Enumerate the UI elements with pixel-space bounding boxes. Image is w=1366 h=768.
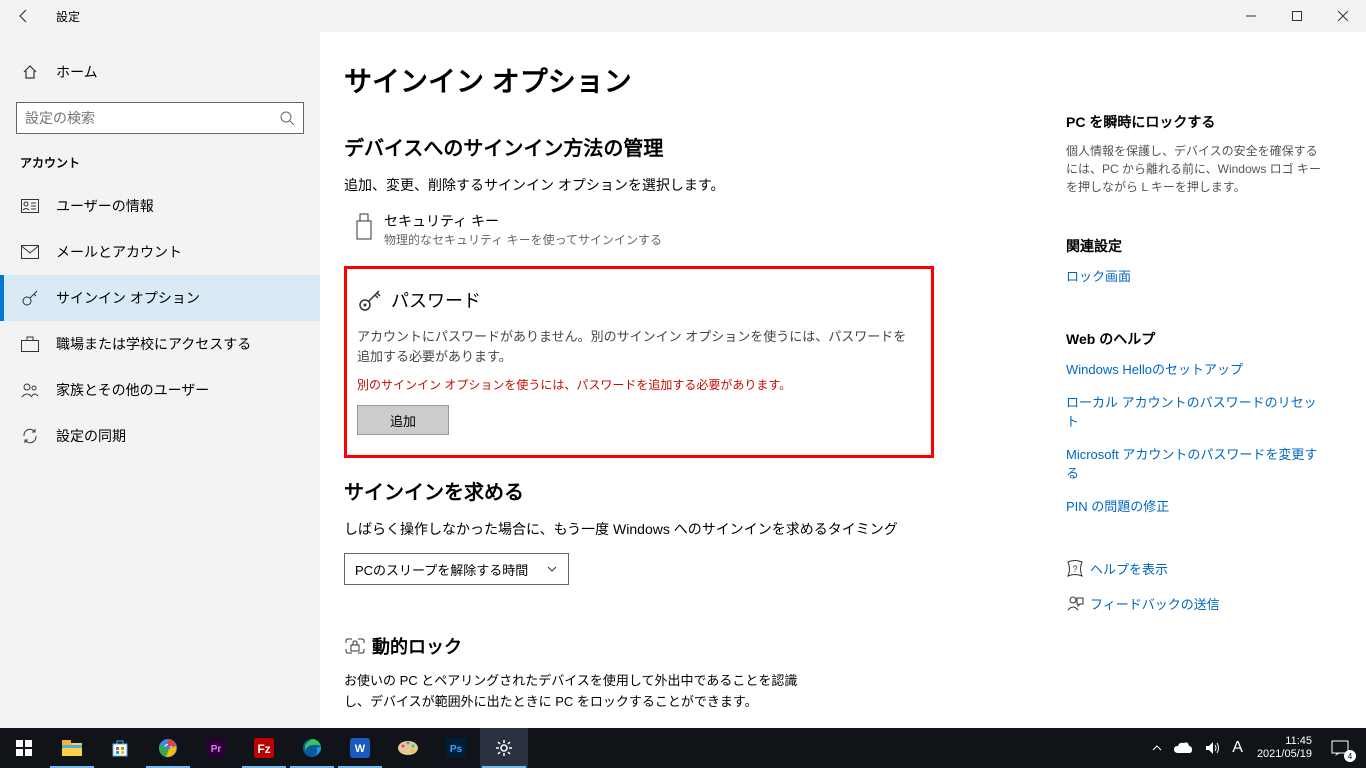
svg-text:?: ? [1072,564,1077,574]
require-signin-heading: サインインを求める [344,476,934,505]
feedback-icon [1066,595,1090,613]
help-label: ヘルプを表示 [1090,559,1168,578]
tray-date: 2021/05/19 [1257,748,1312,761]
mail-icon [20,245,40,259]
home-nav[interactable]: ホーム [0,52,320,92]
taskbar-premiere[interactable]: Pr [192,728,240,768]
taskbar-filezilla[interactable]: Fz [240,728,288,768]
password-desc: アカウントにパスワードがありません。別のサインイン オプションを使うには、パスワ… [357,327,915,366]
key-icon [20,289,40,307]
sidebar: ホーム アカウント ユーザーの情報 メールとアカウント サインイン オプション [0,32,320,728]
password-warning: 別のサインイン オプションを使うには、パスワードを追加する必要があります。 [357,376,915,393]
start-button[interactable] [0,728,48,768]
password-highlight-box: パスワード アカウントにパスワードがありません。別のサインイン オプションを使う… [344,266,934,458]
notif-badge: 4 [1344,750,1356,762]
related-heading: 関連設定 [1066,236,1326,256]
svg-text:Ps: Ps [450,744,463,755]
right-panel: PC を瞬時にロックする 個人情報を保護し、デバイスの安全を確保するには、PC … [1066,60,1326,629]
sidebar-item-label: 職場または学校にアクセスする [40,334,251,354]
key-icon [357,287,391,313]
search-box[interactable] [16,102,304,134]
manage-heading: デバイスへのサインイン方法の管理 [344,132,934,161]
svg-text:Pr: Pr [211,744,222,755]
tray-onedrive-icon[interactable] [1168,728,1198,768]
sidebar-item-label: サインイン オプション [40,288,200,308]
sidebar-item-label: ユーザーの情報 [40,196,154,216]
option-security-key[interactable]: セキュリティ キー 物理的なセキュリティ キーを使ってサインインする [344,205,934,262]
search-icon [279,110,295,126]
svg-text:W: W [355,743,366,755]
link-hello-setup[interactable]: Windows Helloのセットアップ [1066,359,1326,378]
taskbar-settings[interactable] [480,728,528,768]
taskbar-paint[interactable] [384,728,432,768]
chevron-down-icon [546,563,558,575]
sidebar-item-signin-options[interactable]: サインイン オプション [0,275,320,321]
home-label: ホーム [40,62,98,82]
dynamic-lock-icon [344,635,372,657]
webhelp-heading: Web のヘルプ [1066,329,1326,349]
password-title: パスワード [391,287,481,313]
user-card-icon [20,199,40,213]
option-title: セキュリティ キー [384,211,662,231]
tray-notifications[interactable]: 4 [1320,728,1360,768]
link-pin-fix[interactable]: PIN の問題の修正 [1066,496,1326,515]
link-ms-password-change[interactable]: Microsoft アカウントのパスワードを変更する [1066,444,1326,482]
require-signin-dropdown[interactable]: PCのスリープを解除する時間 [344,553,569,585]
svg-text:Fz: Fz [257,742,270,756]
require-signin-desc: しばらく操作しなかった場合に、もう一度 Windows へのサインインを求めるタ… [344,519,934,539]
dropdown-value: PCのスリープを解除する時間 [355,560,528,579]
sidebar-item-family[interactable]: 家族とその他のユーザー [0,367,320,413]
taskbar-store[interactable] [96,728,144,768]
sidebar-item-work-school[interactable]: 職場または学校にアクセスする [0,321,320,367]
sidebar-item-label: 家族とその他のユーザー [40,380,209,400]
taskbar: Pr Fz W Ps A 11:45 2021/05/19 4 [0,728,1366,768]
send-feedback[interactable]: フィードバックの送信 [1066,594,1326,613]
tray-overflow[interactable] [1146,728,1168,768]
help-icon: ? [1066,560,1090,578]
briefcase-icon [20,336,40,352]
taskbar-photoshop[interactable]: Ps [432,728,480,768]
dynamic-lock-desc: お使いの PC とペアリングされたデバイスを使用して外出中であることを認識し、デ… [344,671,804,713]
sidebar-section: アカウント [0,154,320,183]
tray-ime[interactable]: A [1226,728,1249,768]
people-icon [20,382,40,398]
lock-pc-heading: PC を瞬時にロックする [1066,112,1326,132]
get-help[interactable]: ? ヘルプを表示 [1066,559,1326,578]
sidebar-item-label: メールとアカウント [40,242,182,262]
window-title: 設定 [48,8,80,25]
lock-pc-desc: 個人情報を保護し、デバイスの安全を確保するには、PC から離れる前に、Windo… [1066,142,1326,196]
sidebar-item-sync[interactable]: 設定の同期 [0,413,320,459]
option-subtitle: 物理的なセキュリティ キーを使ってサインインする [384,231,662,248]
taskbar-chrome[interactable] [144,728,192,768]
main-content: サインイン オプション デバイスへのサインイン方法の管理 追加、変更、削除するサ… [320,32,1366,728]
tray-volume-icon[interactable] [1198,728,1226,768]
minimize-button[interactable] [1228,0,1274,32]
page-title: サインイン オプション [344,60,934,100]
link-local-password-reset[interactable]: ローカル アカウントのパスワードのリセット [1066,392,1326,430]
maximize-button[interactable] [1274,0,1320,32]
sidebar-item-user-info[interactable]: ユーザーの情報 [0,183,320,229]
manage-desc: 追加、変更、削除するサインイン オプションを選択します。 [344,175,934,195]
add-password-button[interactable]: 追加 [357,405,449,435]
tray-time: 11:45 [1257,735,1312,748]
back-button[interactable] [0,0,48,32]
dynamic-lock-heading: 動的ロック [372,633,462,659]
taskbar-explorer[interactable] [48,728,96,768]
usb-key-icon [344,211,384,241]
titlebar: 設定 [0,0,1366,32]
taskbar-word[interactable]: W [336,728,384,768]
sidebar-item-label: 設定の同期 [40,426,126,446]
close-button[interactable] [1320,0,1366,32]
sync-icon [20,427,40,445]
home-icon [20,64,40,80]
option-password[interactable]: パスワード [357,287,915,313]
link-lock-screen[interactable]: ロック画面 [1066,266,1326,285]
search-input[interactable] [25,110,279,126]
taskbar-edge[interactable] [288,728,336,768]
feedback-label: フィードバックの送信 [1090,594,1220,613]
tray-clock[interactable]: 11:45 2021/05/19 [1249,735,1320,761]
sidebar-item-email-accounts[interactable]: メールとアカウント [0,229,320,275]
